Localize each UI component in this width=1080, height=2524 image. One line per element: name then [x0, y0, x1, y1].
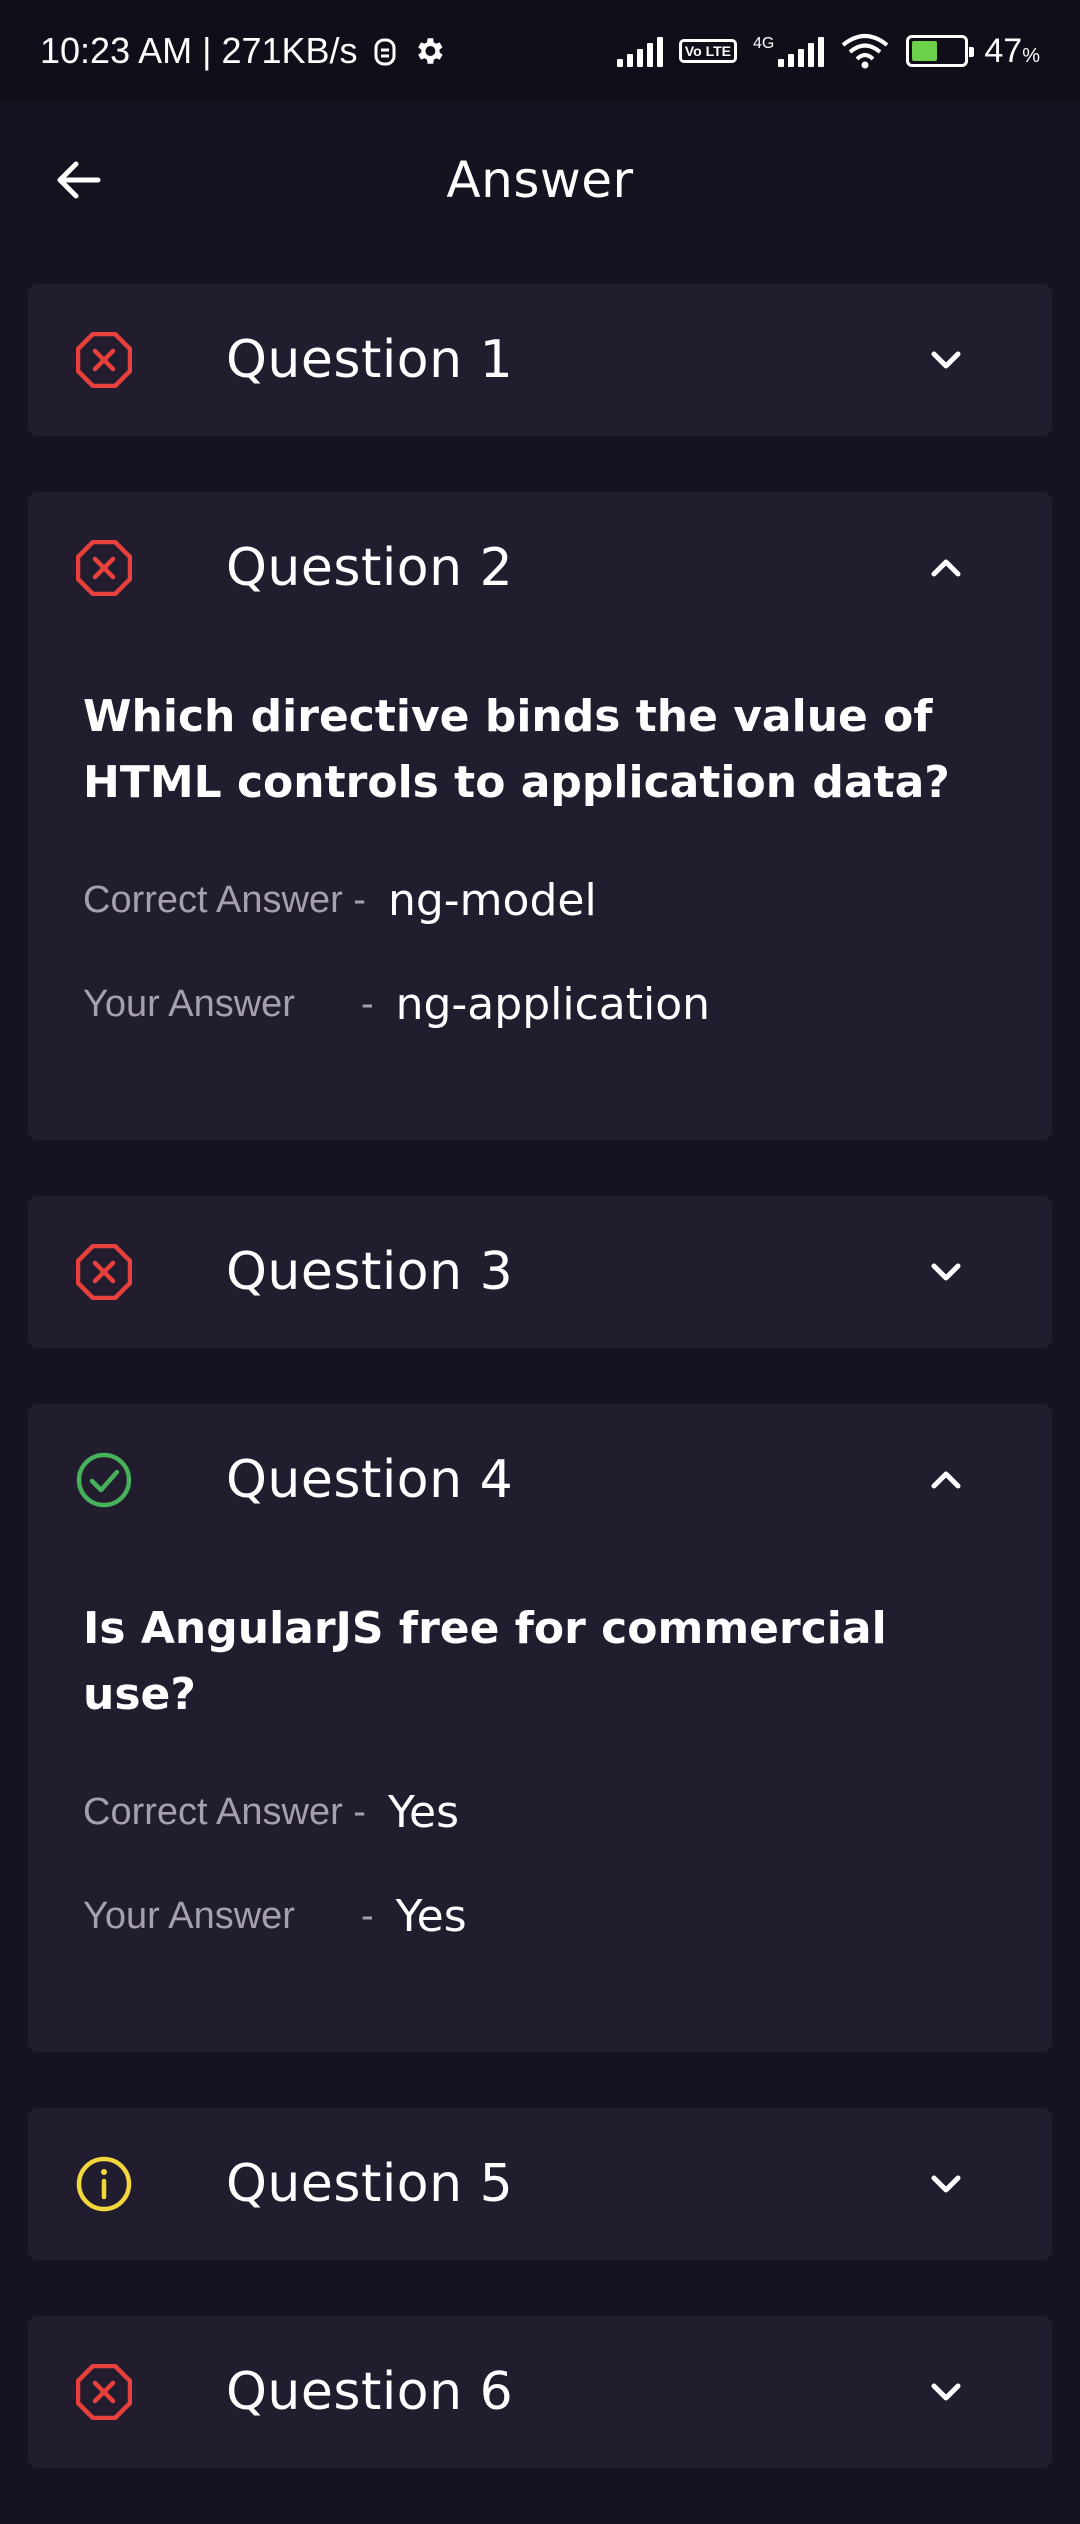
status-right: Vo LTE 4G 47%: [616, 31, 1040, 71]
question-header[interactable]: Question 4: [28, 1404, 1052, 1556]
wifi-icon: [842, 34, 889, 69]
status-bar: 10:23 AM | 271KB/s Vo LTE 4G 47%: [0, 0, 1080, 102]
back-button[interactable]: [48, 150, 108, 210]
question-label: Question 4: [226, 1450, 514, 1510]
your-answer-row: Your Answer - Yes: [83, 1864, 997, 1968]
correct-answer-label: Correct Answer -: [83, 878, 366, 921]
volte-icon: Vo LTE: [678, 39, 738, 63]
question-header[interactable]: Question 5: [28, 2108, 1052, 2260]
x-octagon-icon: [75, 539, 133, 597]
battery-icon: [906, 35, 975, 67]
gear-icon: [417, 38, 443, 64]
time-speed: 10:23 AM | 271KB/s: [40, 30, 358, 71]
question-label: Question 5: [226, 2154, 514, 2214]
question-text: Which directive binds the value of HTML …: [83, 691, 950, 808]
x-octagon-icon: [75, 331, 133, 389]
question-body: Which directive binds the value of HTML …: [28, 644, 1052, 1140]
question-card: Question 3: [28, 1196, 1052, 1348]
question-label: Question 3: [226, 1242, 514, 1302]
question-card: Question 5: [28, 2108, 1052, 2260]
question-header[interactable]: Question 2: [28, 492, 1052, 644]
check-circle-icon: [76, 1452, 132, 1508]
chevron-up-icon[interactable]: [926, 1460, 966, 1500]
x-octagon-icon: [75, 2363, 133, 2421]
your-answer-label: Your Answer: [83, 982, 295, 1025]
question-header[interactable]: Question 6: [28, 2316, 1052, 2468]
alarm-icon: [374, 38, 396, 66]
your-answer-label: Your Answer: [83, 1894, 295, 1937]
question-card: Question 1: [28, 284, 1052, 436]
chevron-down-icon[interactable]: [926, 2164, 966, 2204]
your-answer-dash: -: [360, 982, 374, 1025]
correct-answer-value: Yes: [387, 1786, 459, 1838]
question-label: Question 6: [226, 2362, 514, 2422]
question-card: Question 4 Is AngularJS free for commerc…: [28, 1404, 1052, 2052]
battery-percent: 47%: [984, 31, 1040, 70]
question-label: Question 2: [226, 538, 514, 598]
arrow-left-icon: [57, 161, 101, 198]
question-body: Is AngularJS free for commercial use? Co…: [28, 1556, 1052, 2052]
chevron-down-icon[interactable]: [926, 1252, 966, 1292]
app-bar: Answer: [0, 102, 1080, 257]
question-text: Is AngularJS free for commercial use?: [83, 1603, 887, 1720]
question-header[interactable]: Question 3: [28, 1196, 1052, 1348]
signal-4g-icon: 4G: [753, 35, 825, 67]
correct-answer-value: ng-model: [387, 874, 597, 926]
question-label: Question 1: [226, 330, 514, 390]
chevron-up-icon[interactable]: [926, 548, 966, 588]
correct-answer-row: Correct Answer - Yes: [83, 1760, 997, 1864]
your-answer-dash: -: [360, 1894, 374, 1937]
x-octagon-icon: [75, 1243, 133, 1301]
signal-icon: [616, 35, 663, 67]
correct-answer-row: Correct Answer - ng-model: [83, 848, 997, 952]
chevron-down-icon[interactable]: [926, 340, 966, 380]
your-answer-row: Your Answer - ng-application: [83, 952, 997, 1056]
status-left: 10:23 AM | 271KB/s: [40, 30, 446, 72]
question-list: Question 1 Question 2 Which directive bi…: [28, 284, 1052, 2524]
page-title: Answer: [446, 150, 634, 209]
network-label: 4G: [753, 35, 775, 52]
chevron-down-icon[interactable]: [926, 2372, 966, 2412]
info-circle-icon: [76, 2156, 132, 2212]
your-answer-value: Yes: [395, 1890, 467, 1942]
your-answer-value: ng-application: [395, 978, 711, 1030]
question-header[interactable]: Question 1: [28, 284, 1052, 436]
correct-answer-label: Correct Answer -: [83, 1790, 366, 1833]
question-card: Question 6: [28, 2316, 1052, 2468]
question-card: Question 2 Which directive binds the val…: [28, 492, 1052, 1140]
